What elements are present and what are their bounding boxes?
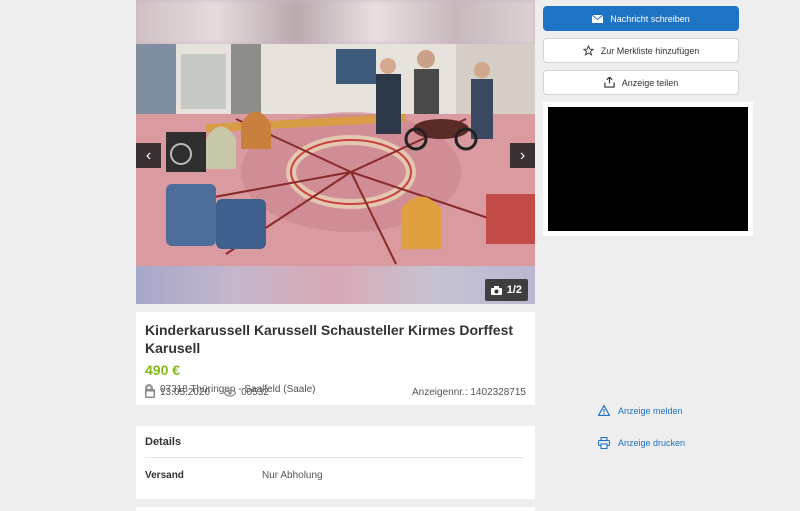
- add-to-watchlist-button[interactable]: Zur Merkliste hinzufügen: [543, 38, 739, 63]
- image-counter[interactable]: 1/2: [484, 279, 528, 301]
- ad-price: 490 €: [145, 362, 181, 378]
- chevron-right-icon: ›: [519, 147, 526, 164]
- next-card: [136, 507, 535, 511]
- ad-views-text: 00532: [241, 387, 269, 398]
- send-message-button[interactable]: Nachricht schreiben: [543, 6, 739, 31]
- ad-meta: 13.05.2020 00532 Anzeigennr.: 1402328715: [145, 387, 526, 398]
- carousel-photo[interactable]: [136, 44, 535, 266]
- calendar-icon: [145, 388, 155, 398]
- ad-info-card: Kinderkarussell Karussell Schausteller K…: [136, 312, 535, 405]
- details-title: Details: [145, 426, 524, 458]
- gallery-next-button[interactable]: ›: [510, 143, 535, 168]
- ad-number: Anzeigennr.: 1402328715: [412, 387, 526, 398]
- details-row-value: Nur Abholung: [262, 470, 323, 481]
- report-ad-label: Anzeige melden: [618, 405, 683, 416]
- camera-icon: [490, 285, 502, 295]
- share-icon: [604, 77, 615, 88]
- send-message-label: Nachricht schreiben: [610, 13, 690, 24]
- star-icon: [582, 45, 594, 56]
- print-ad-link[interactable]: Anzeige drucken: [598, 437, 685, 449]
- image-counter-text: 1/2: [506, 284, 522, 296]
- ad-title: Kinderkarussell Karussell Schausteller K…: [145, 322, 514, 356]
- report-ad-link[interactable]: Anzeige melden: [598, 405, 683, 416]
- share-ad-label: Anzeige teilen: [621, 77, 679, 88]
- print-ad-label: Anzeige drucken: [618, 438, 686, 448]
- details-card: Details Versand Nur Abholung: [136, 426, 535, 499]
- warning-icon: [598, 405, 610, 416]
- printer-icon: [598, 437, 610, 449]
- ad-date: 13.05.2020: [145, 387, 210, 398]
- ad-date-text: 13.05.2020: [160, 387, 211, 398]
- add-to-watchlist-label: Zur Merkliste hinzufügen: [600, 45, 700, 56]
- eye-icon: [224, 388, 237, 397]
- share-ad-button[interactable]: Anzeige teilen: [543, 70, 739, 95]
- advertisement-placeholder[interactable]: [548, 107, 748, 231]
- details-row: Versand Nur Abholung: [145, 470, 524, 481]
- envelope-icon: [592, 14, 604, 23]
- advertisement-box: [543, 102, 753, 236]
- chevron-left-icon: ‹: [145, 147, 152, 164]
- details-row-label: Versand: [145, 470, 184, 481]
- gallery-blur-bottom: [136, 266, 535, 304]
- image-gallery[interactable]: ‹ › 1/2: [136, 0, 535, 304]
- ad-views: 00532: [224, 387, 269, 398]
- gallery-blur-top: [136, 0, 535, 44]
- gallery-prev-button[interactable]: ‹: [136, 143, 161, 168]
